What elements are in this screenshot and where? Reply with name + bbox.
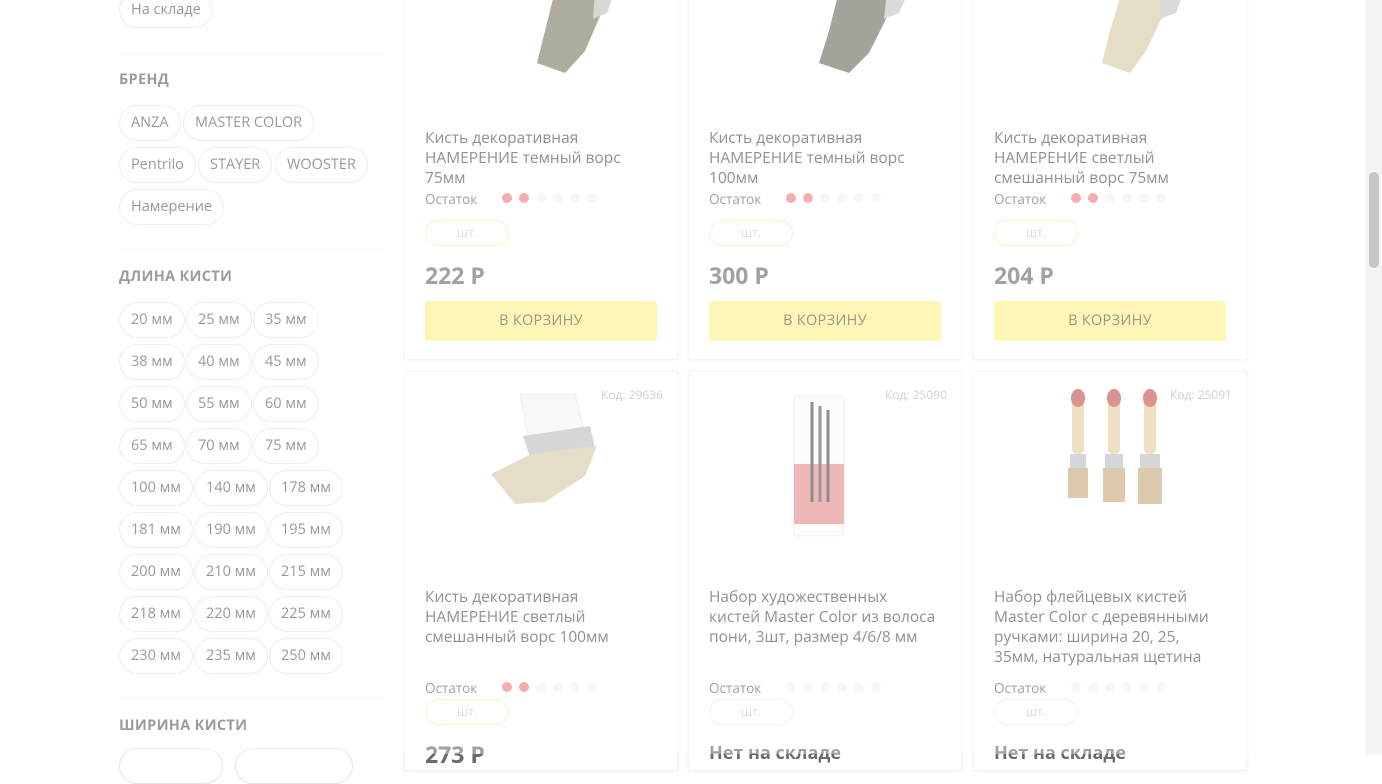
- filter-length-chip[interactable]: 210 мм: [194, 554, 268, 590]
- stock-label: Остаток: [709, 190, 762, 208]
- filter-length-chip[interactable]: 230 мм: [119, 638, 193, 674]
- divider: [119, 53, 384, 54]
- brand-filter-title: БРЕНД: [119, 70, 170, 89]
- out-of-stock-label: Нет на складе: [994, 741, 1126, 765]
- filter-length-chip[interactable]: 55 мм: [186, 386, 252, 422]
- filter-brand-pentrilo[interactable]: Pentrilo: [119, 147, 196, 183]
- width-filter-title: ШИРИНА КИСТИ: [119, 716, 248, 735]
- stock-label: Остаток: [425, 679, 478, 697]
- filter-length-chip[interactable]: 70 мм: [186, 428, 252, 464]
- filter-length-chip[interactable]: 215 мм: [269, 554, 343, 590]
- stock-dots: [502, 193, 597, 203]
- product-title[interactable]: Кисть декоративная НАМЕРЕНИЕ светлый сме…: [425, 586, 657, 646]
- filter-length-chip[interactable]: 220 мм: [194, 596, 268, 632]
- brush-image: [1102, 0, 1181, 73]
- quantity-input[interactable]: шт.: [994, 220, 1078, 246]
- divider: [119, 249, 384, 250]
- filter-length-chip[interactable]: 65 мм: [119, 428, 185, 464]
- filter-length-chip[interactable]: 195 мм: [269, 512, 343, 548]
- quantity-input[interactable]: шт.: [425, 220, 509, 246]
- stock-dots: [786, 193, 881, 203]
- product-price: 300 Р: [709, 259, 769, 291]
- stock-label: Остаток: [709, 679, 762, 697]
- brush-image: [491, 393, 597, 504]
- filter-brand-anza[interactable]: ANZA: [119, 105, 181, 141]
- filter-length-chip[interactable]: 35 мм: [253, 302, 319, 338]
- stock-dots: [1071, 193, 1166, 203]
- product-card[interactable]: Кисть декоративная НАМЕРЕНИЕ темный ворс…: [404, 0, 678, 360]
- length-filter-title: ДЛИНА КИСТИ: [119, 267, 233, 286]
- filter-length-chip[interactable]: 178 мм: [269, 470, 343, 506]
- product-card[interactable]: Код: 25091 Набор флейцевых кистей Master…: [973, 371, 1247, 771]
- stock-indicator: Остаток: [709, 190, 881, 208]
- product-title[interactable]: Набор художественных кистей Master Color…: [709, 586, 941, 646]
- brush-image: [819, 0, 905, 73]
- product-title[interactable]: Набор флейцевых кистей Master Color с де…: [994, 586, 1226, 666]
- stock-dots: [1071, 682, 1166, 692]
- filter-length-chip[interactable]: 60 мм: [253, 386, 319, 422]
- filter-length-chip[interactable]: 140 мм: [194, 470, 268, 506]
- filter-brand-stayer[interactable]: STAYER: [198, 147, 273, 183]
- filter-in-stock[interactable]: На складе: [119, 0, 213, 28]
- filter-length-chip[interactable]: 200 мм: [119, 554, 193, 590]
- product-title[interactable]: Кисть декоративная НАМЕРЕНИЕ светлый сме…: [994, 127, 1226, 187]
- product-card[interactable]: Кисть декоративная НАМЕРЕНИЕ темный ворс…: [688, 0, 962, 360]
- filter-width-chip[interactable]: [119, 748, 223, 784]
- product-price: 222 Р: [425, 259, 485, 291]
- stock-label: Остаток: [425, 190, 478, 208]
- out-of-stock-label: Нет на складе: [709, 741, 841, 765]
- stock-dots: [786, 682, 881, 692]
- filter-length-chip[interactable]: 100 мм: [119, 470, 193, 506]
- filter-length-chip[interactable]: 250 мм: [269, 638, 343, 674]
- filter-length-chip[interactable]: 20 мм: [119, 302, 185, 338]
- quantity-input[interactable]: шт.: [994, 699, 1078, 725]
- add-to-cart-button[interactable]: В КОРЗИНУ: [425, 301, 657, 341]
- add-to-cart-button[interactable]: В КОРЗИНУ: [994, 301, 1226, 341]
- divider: [119, 698, 384, 699]
- stock-indicator: Остаток: [709, 679, 881, 697]
- brush-image: [537, 0, 612, 73]
- stock-indicator: Остаток: [994, 190, 1166, 208]
- filter-length-chip[interactable]: 190 мм: [194, 512, 268, 548]
- filter-length-chip[interactable]: 225 мм: [269, 596, 343, 632]
- product-title[interactable]: Кисть декоративная НАМЕРЕНИЕ темный ворс…: [709, 127, 941, 187]
- filter-length-chip[interactable]: 38 мм: [119, 344, 185, 380]
- filter-brand-wooster[interactable]: WOOSTER: [275, 147, 368, 183]
- stock-indicator: Остаток: [425, 190, 597, 208]
- page-scrollbar[interactable]: [1366, 0, 1382, 754]
- quantity-input[interactable]: шт.: [425, 699, 509, 725]
- product-set-image: [793, 395, 845, 537]
- product-set-image: [1068, 389, 1162, 504]
- filter-length-chip[interactable]: 75 мм: [253, 428, 319, 464]
- product-card[interactable]: Код: 29636 Кисть декоративная НАМЕРЕНИЕ …: [404, 371, 678, 771]
- stock-label: Остаток: [994, 679, 1047, 697]
- filter-length-chip[interactable]: 218 мм: [119, 596, 193, 632]
- product-price: 273 Р: [425, 738, 485, 770]
- product-code: Код: 25091: [1169, 386, 1232, 403]
- scrollbar-thumb[interactable]: [1369, 172, 1379, 268]
- filter-length-chip[interactable]: 235 мм: [194, 638, 268, 674]
- stock-indicator: Остаток: [994, 679, 1166, 697]
- product-title[interactable]: Кисть декоративная НАМЕРЕНИЕ темный ворс…: [425, 127, 657, 187]
- quantity-input[interactable]: шт.: [709, 220, 793, 246]
- quantity-input[interactable]: шт.: [709, 699, 793, 725]
- filter-length-chip[interactable]: 40 мм: [186, 344, 252, 380]
- product-card[interactable]: Код: 25090 Набор художественных кистей M…: [688, 371, 962, 771]
- product-code: Код: 25090: [884, 386, 947, 403]
- product-price: 204 Р: [994, 259, 1054, 291]
- filter-brand-namerenie[interactable]: Намерение: [119, 189, 225, 225]
- add-to-cart-button[interactable]: В КОРЗИНУ: [709, 301, 941, 341]
- filter-length-chip[interactable]: 25 мм: [186, 302, 252, 338]
- filter-length-chip[interactable]: 181 мм: [119, 512, 193, 548]
- stock-dots: [502, 682, 597, 692]
- filter-brand-master-color[interactable]: MASTER COLOR: [183, 105, 315, 141]
- filter-length-chip[interactable]: 50 мм: [119, 386, 185, 422]
- product-card[interactable]: Кисть декоративная НАМЕРЕНИЕ светлый сме…: [973, 0, 1247, 360]
- filter-length-chip[interactable]: 45 мм: [253, 344, 319, 380]
- stock-label: Остаток: [994, 190, 1047, 208]
- filter-width-chip[interactable]: [235, 748, 353, 784]
- stock-indicator: Остаток: [425, 679, 597, 697]
